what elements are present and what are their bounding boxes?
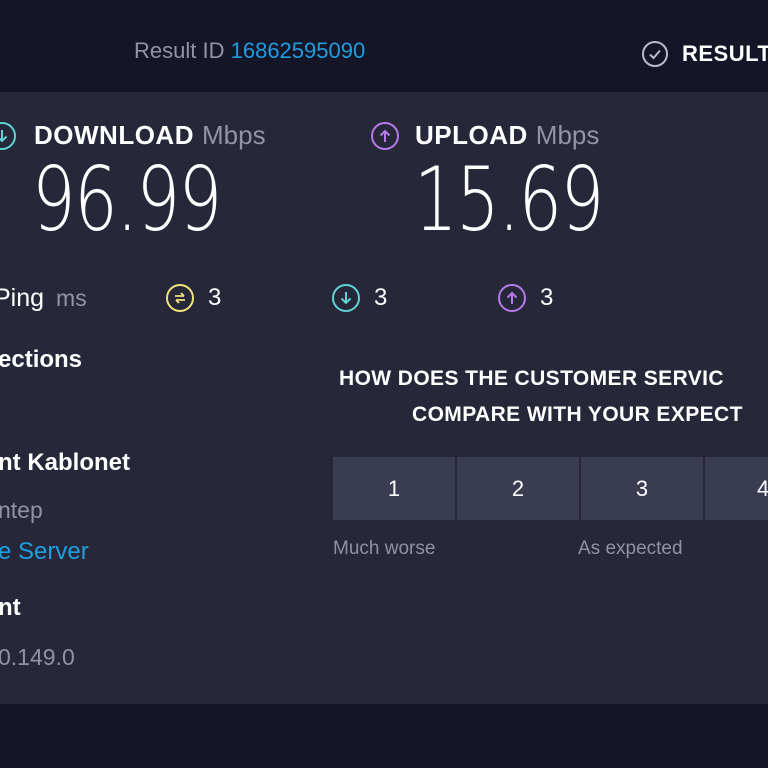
rating-option-2[interactable]: 2 <box>457 457 579 520</box>
ping-label: Ping <box>0 283 45 312</box>
check-circle-icon <box>642 41 668 67</box>
arrow-up-circle-icon <box>498 284 526 312</box>
rating-option-1[interactable]: 1 <box>333 457 455 520</box>
download-speed-value: 96.99 <box>32 148 222 251</box>
ping-unit: ms <box>56 284 87 311</box>
download-label: DOWNLOAD <box>34 120 194 150</box>
arrow-up-circle-icon <box>371 121 399 150</box>
ping-idle: 3 <box>166 280 221 316</box>
client-ip-address: 0.149.0 <box>0 644 75 670</box>
ping-idle-value: 3 <box>208 284 222 311</box>
result-id-label: Result ID <box>134 38 225 63</box>
upload-label: UPLOAD <box>415 120 528 150</box>
results-button[interactable]: RESULT <box>642 38 768 70</box>
rating-caption-low: Much worse <box>333 538 436 559</box>
download-header: DOWNLOAD Mbps <box>0 120 266 151</box>
connections-label: ections <box>0 346 83 373</box>
isp-name: nt Kablonet <box>0 449 130 476</box>
results-label: RESULT <box>682 41 768 66</box>
ping-download-value: 3 <box>374 284 388 311</box>
ping-download: 3 <box>332 280 387 316</box>
arrow-down-circle-icon <box>332 284 360 312</box>
upload-speed-value: 15.69 <box>414 148 604 251</box>
upload-unit: Mbps <box>535 120 600 150</box>
client-label: nt <box>0 594 21 621</box>
result-id: Result ID 16862595090 <box>134 38 365 64</box>
survey-question-line2: COMPARE WITH YOUR EXPECT <box>412 403 743 426</box>
ping-idle-icon <box>166 284 194 312</box>
ping-upload-value: 3 <box>540 284 554 311</box>
rating-option-4[interactable]: 4 <box>705 457 768 520</box>
download-unit: Mbps <box>201 120 266 150</box>
ping-upload: 3 <box>498 280 553 316</box>
rating-option-3[interactable]: 3 <box>581 457 703 520</box>
upload-header: UPLOAD Mbps <box>371 120 599 151</box>
result-id-link[interactable]: 16862595090 <box>231 38 366 63</box>
arrow-down-circle-icon <box>0 121 16 150</box>
change-server-link[interactable]: e Server <box>0 538 89 566</box>
isp-location: ntep <box>0 497 43 523</box>
survey-question-line1: HOW DOES THE CUSTOMER SERVIC <box>339 367 724 390</box>
ping-row: Ping ms <box>0 280 87 316</box>
rating-caption-mid: As expected <box>578 538 683 559</box>
bottom-bar <box>0 704 768 768</box>
